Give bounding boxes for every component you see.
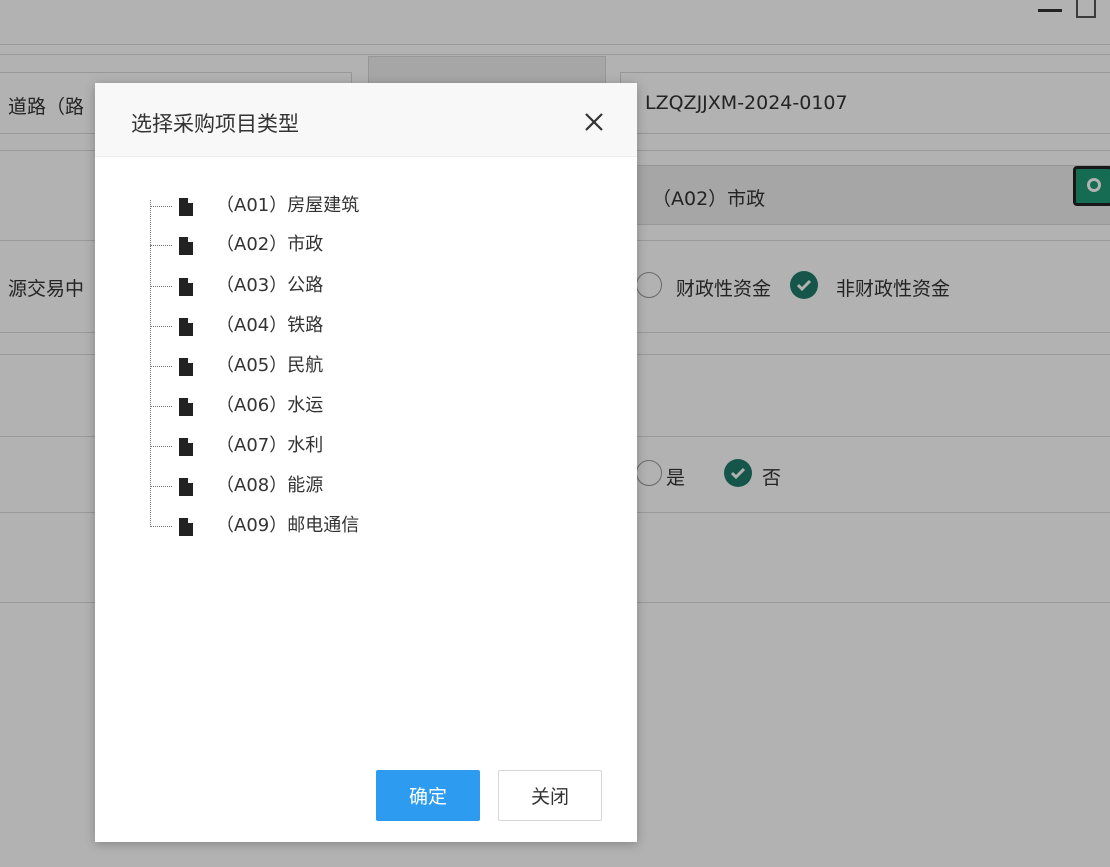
file-icon bbox=[179, 518, 193, 536]
tree-item-label: （A01）房屋建筑 bbox=[216, 195, 360, 216]
tree-connector bbox=[150, 245, 172, 246]
confirm-button[interactable]: 确定 bbox=[376, 770, 480, 821]
tree-item-label: （A07）水利 bbox=[216, 435, 324, 456]
tree-connector bbox=[150, 526, 172, 527]
project-type-tree: （A01）房屋建筑 （A02）市政 （A03）公路 （A04）铁路 （A05）民… bbox=[150, 191, 570, 551]
tree-item-label: （A02）市政 bbox=[216, 234, 324, 255]
tree-item-a09[interactable]: （A09）邮电通信 bbox=[150, 511, 550, 551]
file-icon bbox=[179, 237, 193, 255]
tree-item-label: （A05）民航 bbox=[216, 355, 324, 376]
file-icon bbox=[179, 398, 193, 416]
tree-item-label: （A03）公路 bbox=[216, 275, 324, 296]
file-icon bbox=[179, 358, 193, 376]
tree-connector bbox=[150, 446, 172, 447]
file-icon bbox=[179, 478, 193, 496]
tree-item-label: （A06）水运 bbox=[216, 395, 324, 416]
tree-item-a02[interactable]: （A02）市政 bbox=[150, 230, 550, 270]
tree-item-label: （A09）邮电通信 bbox=[216, 515, 360, 536]
tree-item-a04[interactable]: （A04）铁路 bbox=[150, 311, 550, 351]
tree-item-a07[interactable]: （A07）水利 bbox=[150, 431, 550, 471]
tree-item-label: （A04）铁路 bbox=[216, 315, 324, 336]
close-icon[interactable] bbox=[583, 111, 605, 133]
tree-item-a08[interactable]: （A08）能源 bbox=[150, 471, 550, 511]
tree-item-label: （A08）能源 bbox=[216, 475, 324, 496]
tree-item-a01[interactable]: （A01）房屋建筑 bbox=[150, 191, 550, 231]
dialog-header: 选择采购项目类型 bbox=[95, 83, 637, 157]
tree-connector bbox=[150, 206, 172, 207]
dialog-title: 选择采购项目类型 bbox=[131, 112, 299, 136]
tree-connector bbox=[150, 366, 172, 367]
tree-connector bbox=[150, 486, 172, 487]
select-project-type-dialog: 选择采购项目类型 （A01）房屋建筑 （A02）市政 （A03）公路 （A04）… bbox=[95, 83, 637, 842]
tree-connector bbox=[150, 286, 172, 287]
tree-item-a03[interactable]: （A03）公路 bbox=[150, 271, 550, 311]
close-button[interactable]: 关闭 bbox=[498, 770, 602, 821]
file-icon bbox=[179, 198, 193, 216]
tree-connector bbox=[150, 406, 172, 407]
tree-connector bbox=[150, 326, 172, 327]
tree-item-a06[interactable]: （A06）水运 bbox=[150, 391, 550, 431]
file-icon bbox=[179, 278, 193, 296]
file-icon bbox=[179, 318, 193, 336]
file-icon bbox=[179, 438, 193, 456]
tree-item-a05[interactable]: （A05）民航 bbox=[150, 351, 550, 391]
